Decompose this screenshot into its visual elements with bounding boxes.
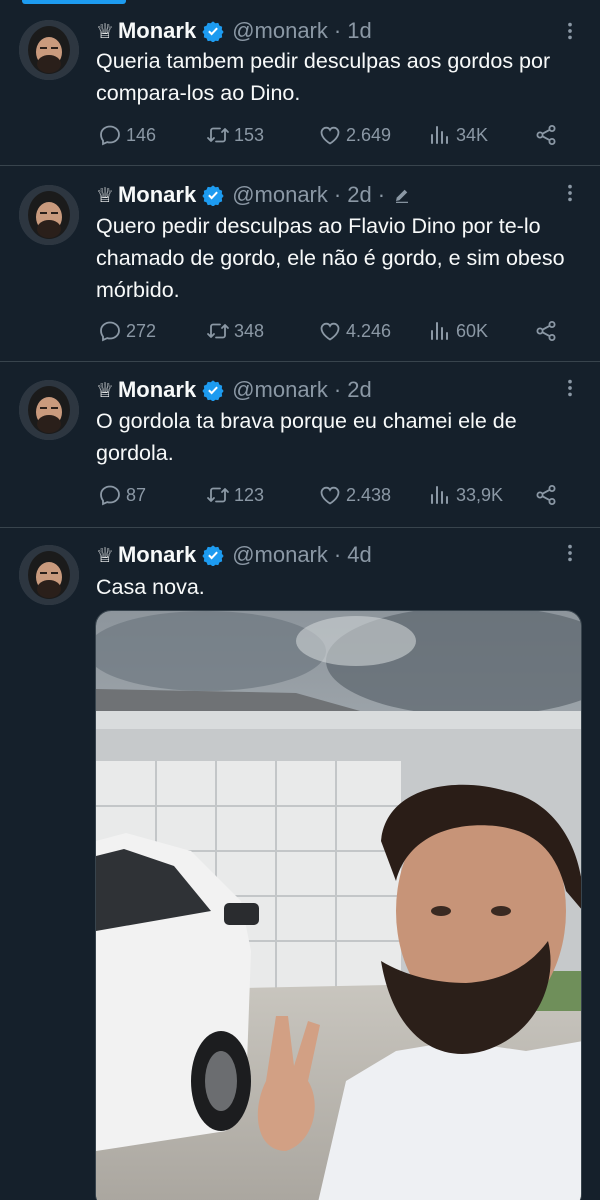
tweet[interactable]: ♕ Monark @monark · 2d O gordola ta brava… [0, 362, 600, 528]
timestamp[interactable]: 2d [347, 377, 371, 403]
retweet-icon [207, 323, 229, 339]
reply-count: 146 [126, 124, 157, 145]
verified-badge-icon [202, 380, 224, 401]
share-button[interactable] [534, 120, 558, 150]
crown-icon: ♕ [96, 20, 114, 43]
user-handle[interactable]: @monark [232, 542, 328, 568]
separator: · [333, 542, 342, 567]
user-handle[interactable]: @monark [232, 377, 328, 403]
tweet-photo[interactable] [95, 610, 582, 1200]
tweet-text: Casa nova. [96, 575, 205, 599]
views-count: 60K [456, 320, 489, 341]
avatar[interactable] [19, 380, 79, 440]
retweet-button[interactable]: 123 [206, 480, 264, 510]
share-button[interactable] [534, 480, 558, 510]
share-button[interactable] [534, 316, 558, 346]
retweet-button[interactable]: 153 [206, 120, 264, 150]
reply-button[interactable]: 146 [98, 120, 156, 150]
tweet-text: O gordola ta brava porque eu chamei ele … [96, 409, 517, 465]
separator: · [333, 182, 342, 207]
tweet-text: Queria tambem pedir desculpas aos gordos… [96, 49, 551, 105]
views-count: 34K [456, 124, 489, 145]
tweet[interactable]: ♕ Monark @monark · 2d · Quero pedir desc… [0, 166, 600, 362]
heart-icon [320, 486, 340, 505]
reply-button[interactable]: 272 [98, 316, 156, 346]
retweet-count: 348 [234, 320, 265, 341]
avatar[interactable] [19, 185, 79, 245]
like-button[interactable]: 2.649 [318, 120, 391, 150]
timestamp[interactable]: 1d [347, 18, 371, 44]
tweet-header: ♕ Monark @monark · 4d [96, 540, 560, 570]
tweet-actions: 87 123 2.438 33,9K [96, 480, 580, 510]
tweet[interactable]: ♕ Monark @monark · 1d Queria tambem pedi… [0, 0, 600, 166]
heart-icon [320, 322, 340, 341]
avatar[interactable] [19, 20, 79, 80]
user-handle[interactable]: @monark [232, 182, 328, 208]
verified-badge-icon [202, 21, 224, 42]
share-icon [536, 321, 556, 341]
reply-count: 87 [126, 484, 147, 505]
reply-count: 272 [126, 320, 157, 341]
tweet-header: ♕ Monark @monark · 1d [96, 16, 560, 46]
retweet-count: 123 [234, 484, 265, 505]
separator: · [333, 377, 342, 402]
views-button[interactable]: 34K [428, 120, 488, 150]
more-options-icon[interactable] [558, 538, 582, 568]
like-count: 2.649 [346, 124, 392, 145]
more-options-icon[interactable] [558, 16, 582, 46]
views-button[interactable]: 33,9K [428, 480, 503, 510]
avatar[interactable] [19, 545, 79, 605]
heart-icon [320, 126, 340, 145]
display-name[interactable]: Monark [118, 182, 196, 208]
reply-icon [100, 321, 120, 342]
views-count: 33,9K [456, 484, 504, 505]
crown-icon: ♕ [96, 544, 114, 567]
display-name[interactable]: Monark [118, 377, 196, 403]
retweet-icon [207, 487, 229, 503]
separator: · [333, 18, 342, 43]
house-selfie-photo [96, 611, 581, 1200]
more-options-icon[interactable] [558, 373, 582, 403]
like-count: 4.246 [346, 320, 392, 341]
like-button[interactable]: 4.246 [318, 316, 391, 346]
views-icon [431, 322, 448, 340]
tweet-actions: 272 348 4.246 60K [96, 316, 580, 346]
share-icon [536, 485, 556, 505]
views-button[interactable]: 60K [428, 316, 488, 346]
retweet-icon [207, 127, 229, 143]
crown-icon: ♕ [96, 379, 114, 402]
tweet-header: ♕ Monark @monark · 2d · [96, 180, 560, 210]
tweet-header: ♕ Monark @monark · 2d [96, 375, 560, 405]
edited-pencil-icon[interactable] [393, 186, 411, 204]
reply-icon [100, 125, 120, 146]
more-options-icon[interactable] [558, 178, 582, 208]
separator: · [377, 182, 386, 207]
retweet-count: 153 [234, 124, 265, 145]
display-name[interactable]: Monark [118, 18, 196, 44]
tweet-text: Quero pedir desculpas ao Flavio Dino por… [96, 214, 565, 302]
like-count: 2.438 [346, 484, 392, 505]
views-icon [431, 486, 448, 504]
reply-button[interactable]: 87 [98, 480, 146, 510]
timestamp[interactable]: 4d [347, 542, 371, 568]
views-icon [431, 126, 448, 144]
user-handle[interactable]: @monark [232, 18, 328, 44]
timestamp[interactable]: 2d [347, 182, 371, 208]
share-icon [536, 125, 556, 145]
verified-badge-icon [202, 545, 224, 566]
crown-icon: ♕ [96, 184, 114, 207]
reply-icon [100, 485, 120, 506]
retweet-button[interactable]: 348 [206, 316, 264, 346]
display-name[interactable]: Monark [118, 542, 196, 568]
verified-badge-icon [202, 185, 224, 206]
like-button[interactable]: 2.438 [318, 480, 391, 510]
tweet-actions: 146 153 2.649 34K [96, 120, 580, 150]
